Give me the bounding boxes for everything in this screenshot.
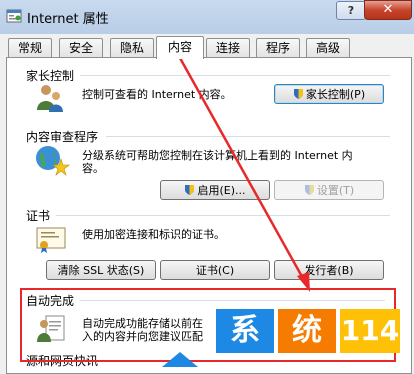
watermark-tile-blue: 系 <box>216 309 274 353</box>
tab-content[interactable]: 内容 <box>156 36 204 59</box>
watermark-tile-yellow: 114 <box>340 309 400 353</box>
watermark-tile-orange: 统 <box>278 309 336 353</box>
watermark-logo-icon <box>162 352 198 367</box>
